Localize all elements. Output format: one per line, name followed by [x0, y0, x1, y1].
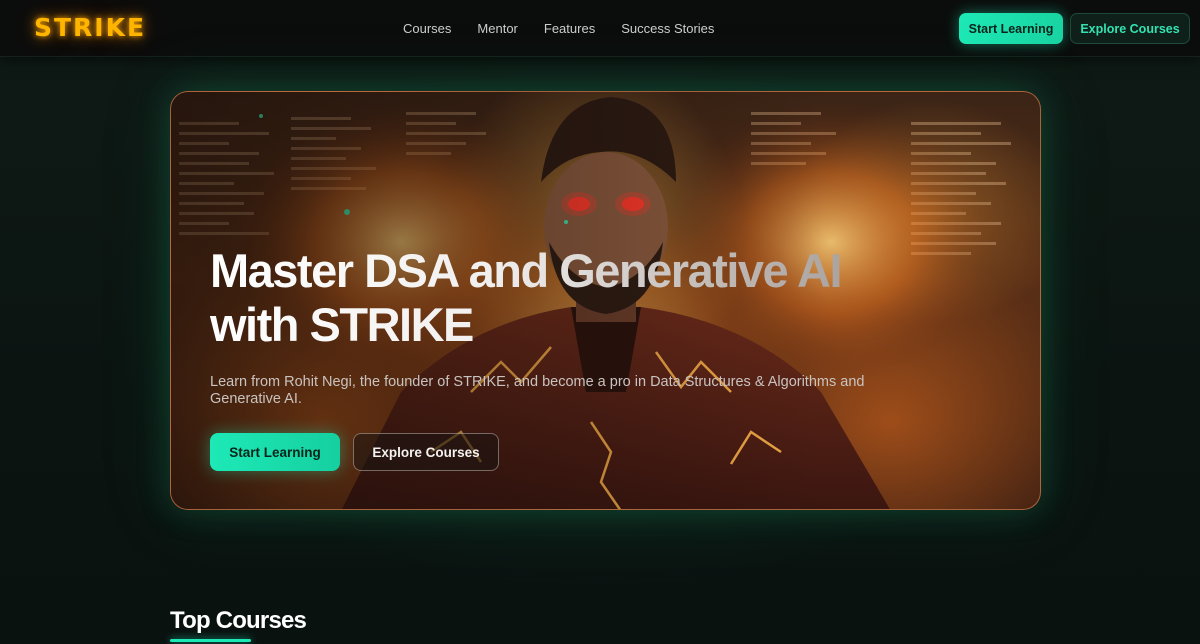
nav-links: Courses Mentor Features Success Stories — [403, 21, 740, 36]
hero-title-line-1: Master DSA and Generative AI — [210, 244, 842, 297]
nav-explore-courses-button[interactable]: Explore Courses — [1070, 13, 1190, 44]
logo[interactable]: STRIKE — [34, 13, 146, 42]
navbar: STRIKE Courses Mentor Features Success S… — [0, 0, 1200, 57]
hero-explore-courses-button[interactable]: Explore Courses — [353, 433, 499, 471]
nav-link-courses[interactable]: Courses — [403, 21, 451, 36]
nav-start-learning-button[interactable]: Start Learning — [959, 13, 1063, 44]
nav-link-success-stories[interactable]: Success Stories — [621, 21, 714, 36]
top-courses-underline — [170, 639, 251, 642]
hero-subtitle: Learn from Rohit Negi, the founder of ST… — [210, 374, 865, 407]
top-courses-heading: Top Courses — [170, 607, 307, 634]
hero-banner: Master DSA and Generative AI with STRIKE… — [170, 91, 1041, 510]
nav-link-mentor[interactable]: Mentor — [477, 21, 517, 36]
hero-title: Master DSA and Generative AI with STRIKE — [210, 244, 910, 352]
hero-title-line-2: with STRIKE — [210, 298, 473, 351]
hero-start-learning-button[interactable]: Start Learning — [210, 433, 340, 471]
nav-link-features[interactable]: Features — [544, 21, 595, 36]
